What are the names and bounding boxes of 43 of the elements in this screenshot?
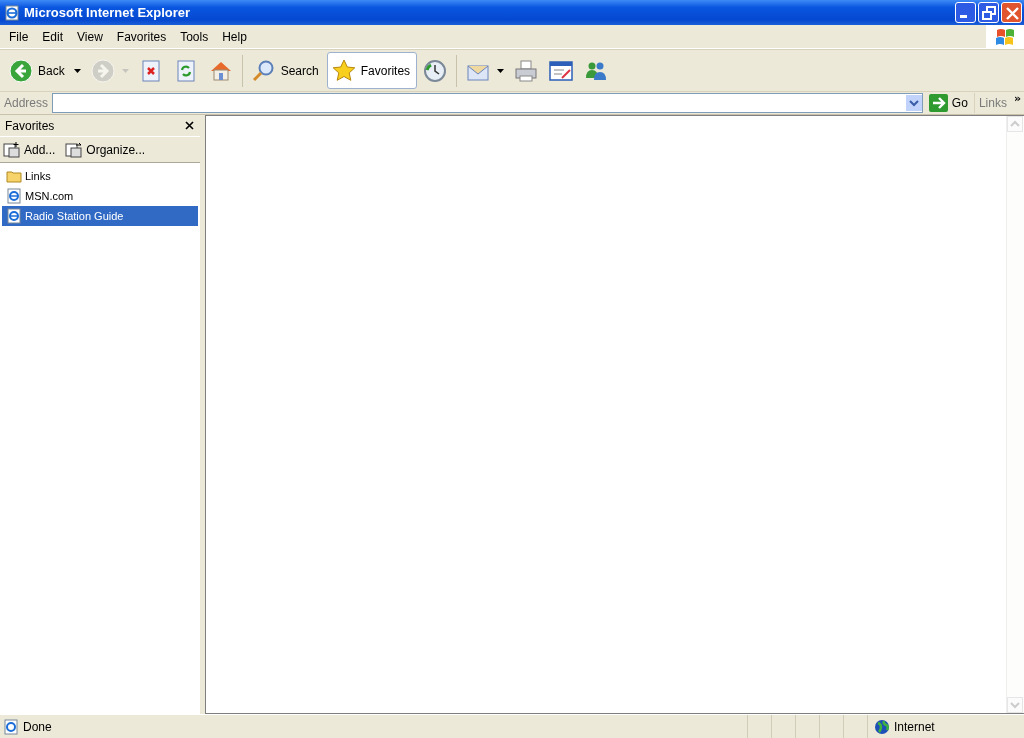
add-favorite-button[interactable]: Add...: [0, 141, 59, 158]
menu-item[interactable]: Tools: [173, 29, 216, 44]
pane-title: Favorites: [5, 118, 55, 133]
menu-item[interactable]: Help: [215, 29, 254, 44]
star-icon: [330, 57, 357, 84]
favorite-item[interactable]: MSN.com: [2, 186, 198, 206]
go-button[interactable]: Go: [922, 93, 975, 113]
status-text: Done: [23, 719, 52, 734]
scroll-down-icon[interactable]: [1007, 697, 1023, 713]
web-page-icon: [6, 208, 22, 224]
close-icon[interactable]: [185, 121, 194, 130]
globe-icon: [874, 718, 890, 735]
more-links-button[interactable]: »: [1010, 92, 1024, 105]
go-arrow-icon: [928, 94, 948, 112]
favorites-button[interactable]: Favorites: [326, 52, 418, 89]
address-label: Address: [3, 96, 50, 110]
close-button[interactable]: [1001, 2, 1022, 23]
printer-icon: [513, 57, 540, 84]
links-button[interactable]: Links: [974, 96, 1011, 110]
web-page-icon: [3, 718, 19, 735]
address-field[interactable]: [52, 93, 923, 113]
scroll-up-icon[interactable]: [1007, 116, 1023, 132]
back-button[interactable]: Back: [4, 52, 85, 89]
organize-page-icon: [65, 141, 84, 158]
favorite-item[interactable]: Radio Station Guide: [2, 206, 198, 226]
restore-button[interactable]: [978, 2, 999, 23]
zone-text: Internet: [894, 719, 935, 734]
vertical-scrollbar[interactable]: [1006, 116, 1024, 713]
menu-item[interactable]: View: [70, 29, 110, 44]
search-button[interactable]: Search: [246, 52, 326, 89]
web-page-icon: [6, 188, 22, 204]
window-title: Microsoft Internet Explorer: [24, 5, 191, 20]
favorite-item[interactable]: Links: [2, 166, 198, 186]
organize-favorite-button[interactable]: Organize...: [62, 141, 149, 158]
folder-icon: [6, 169, 22, 183]
menu-item[interactable]: Edit: [35, 29, 71, 44]
menu-item[interactable]: File: [2, 29, 36, 44]
add-page-icon: [3, 141, 21, 158]
minimize-icon: [960, 15, 967, 18]
menu-item[interactable]: Favorites: [109, 29, 174, 44]
browser-logo-icon: [4, 4, 20, 21]
minimize-button[interactable]: [955, 2, 976, 23]
history-icon: [422, 57, 449, 84]
